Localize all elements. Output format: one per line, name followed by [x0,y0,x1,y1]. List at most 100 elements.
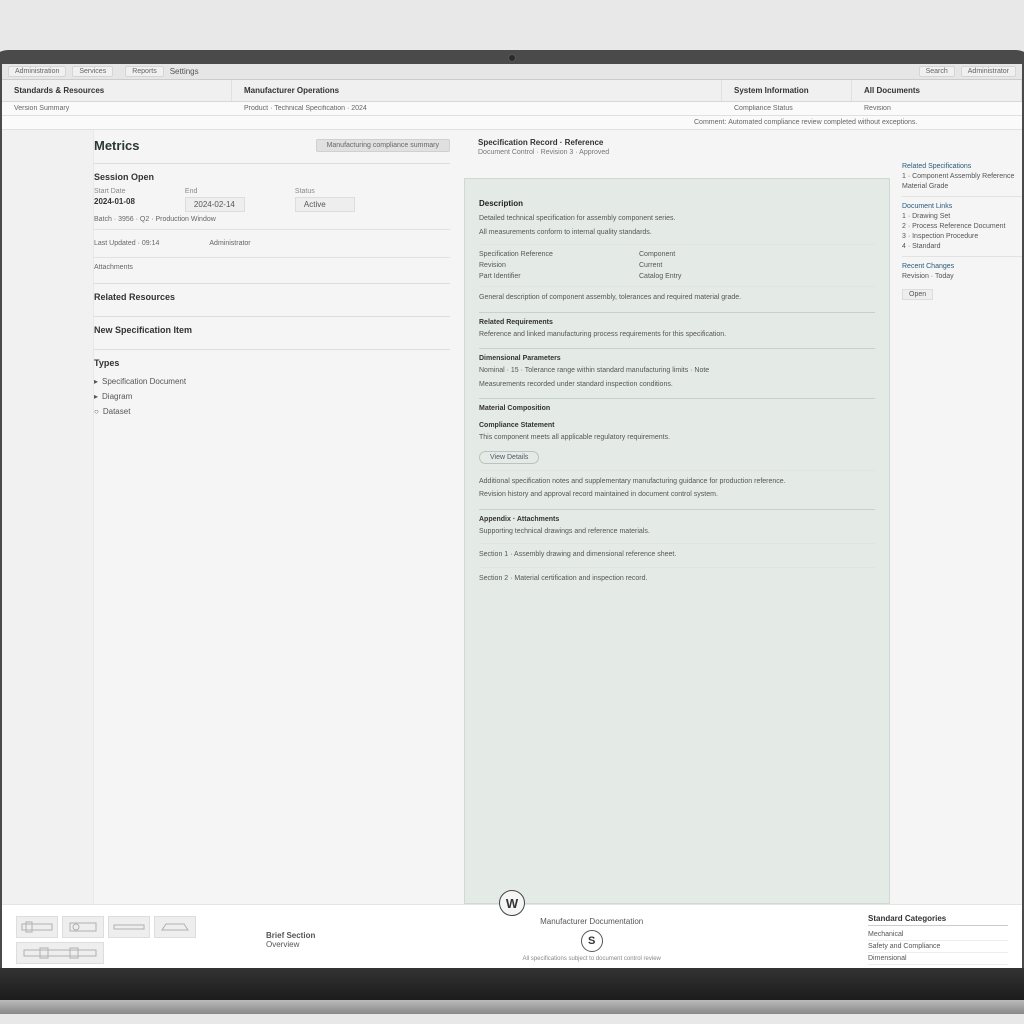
section-operations[interactable]: Manufacturer Operations [244,86,709,95]
part-icon [20,920,54,934]
doc-text: Nominal · 15 · Tolerance range within st… [479,366,875,377]
aside-text: Revision · Today [902,273,1022,280]
session-panel: Session Open Start Date 2024-01-08 End 2… [94,163,450,283]
kv-key: Revision [479,262,579,269]
camera-dot [508,54,516,62]
footer-left-text: Brief Section Overview [266,931,315,949]
bullet-icon: ▸ [94,392,98,401]
part-icon [20,946,100,960]
menu-settings[interactable]: Settings [170,67,199,76]
doc-section-compliance: Compliance Statement [479,420,875,429]
status-label: Status [295,188,355,195]
section-standards[interactable]: Standards & Resources [14,86,219,95]
doc-text: Additional specification notes and suppl… [479,477,875,488]
new-item-panel: New Specification Item [94,316,450,349]
thumbnail[interactable] [16,916,58,938]
comment-label: Comment: [694,119,726,126]
thumbnail-wide[interactable] [16,942,104,964]
session-heading: Session Open [94,172,450,182]
menu-admin[interactable]: Administration [8,66,66,77]
part-icon [112,920,146,934]
batch-line: Batch · 3956 · Q2 · Production Window [94,216,450,223]
brand-logo-icon: W [499,890,525,916]
footer-right-row[interactable]: Safety and Compliance [868,941,1008,953]
doc-text: Supporting technical drawings and refere… [479,527,875,538]
main-area: Metrics Manufacturing compliance summary… [2,130,1022,904]
kv-key: Specification Reference [479,251,579,258]
page-subtitle-pill[interactable]: Manufacturing compliance summary [316,139,450,152]
related-heading: Related Resources [94,292,450,302]
footer-left-title: Brief Section [266,931,315,940]
footer-left-sub: Overview [266,940,299,949]
laptop-hinge [0,1000,1024,1014]
doc-section-description: Description [479,199,875,208]
aside-link[interactable]: 2 · Process Reference Document [902,223,1022,230]
doc-text: Section 1 · Assembly drawing and dimensi… [479,550,875,561]
aside-open-pill[interactable]: Open [902,289,933,300]
footer-center-sub: All specifications subject to document c… [522,956,660,962]
type-diagram[interactable]: ▸Diagram [94,389,450,404]
aside-heading: Related Specifications [902,163,1022,170]
laptop-frame: Administration Services Reports Settings… [0,50,1024,974]
doc-text: Section 2 · Material certification and i… [479,574,875,585]
section-header-row: Standards & Resources Manufacturer Opera… [2,80,1022,102]
meta-row: Version Summary Product · Technical Spec… [2,102,1022,116]
doc-subtitle: Document Control · Revision 3 · Approved [478,149,876,156]
related-panel: Related Resources [94,283,450,316]
doc-text: Measurements recorded under standard ins… [479,380,875,391]
top-menu-bar: Administration Services Reports Settings… [2,64,1022,80]
doc-section-material: Material Composition [479,398,875,412]
attachments-line[interactable]: Attachments [94,264,450,271]
search-box[interactable]: Search [919,66,955,77]
doc-text: This component meets all applicable regu… [479,433,875,444]
laptop-keyboard [0,968,1024,1002]
document-panel: Description Detailed technical specifica… [464,178,890,904]
comment-text: Automated compliance review completed wi… [728,119,917,126]
aside-link[interactable]: 1 · Component Assembly Reference [902,173,1022,180]
menu-reports[interactable]: Reports [125,66,164,77]
doc-text: Reference and linked manufacturing proce… [479,330,875,341]
kv-val: Component [639,251,675,258]
content-area: Metrics Manufacturing compliance summary… [94,130,1022,904]
view-details-button[interactable]: View Details [479,451,539,464]
page-title: Metrics [94,138,140,153]
thumbnail[interactable] [62,916,104,938]
aside-link[interactable]: Material Grade [902,183,1022,190]
thumbnail[interactable] [108,916,150,938]
status-input[interactable]: Active [295,197,355,212]
new-item-heading: New Specification Item [94,325,450,335]
doc-text: Revision history and approval record mai… [479,490,875,501]
part-icon [158,920,192,934]
kv-val: Catalog Entry [639,273,681,280]
types-heading: Types [94,358,450,368]
left-column: Metrics Manufacturing compliance summary… [94,138,464,904]
kv-key: Part Identifier [479,273,579,280]
doc-title: Specification Record · Reference [478,138,876,147]
doc-section-requirements: Related Requirements [479,312,875,326]
seal-icon: S [581,930,603,952]
user-menu[interactable]: Administrator [961,66,1016,77]
meta-product: Product · Technical Specification · 2024 [232,105,722,112]
aside-link[interactable]: 1 · Drawing Set [902,213,1022,220]
end-input[interactable]: 2024-02-14 [185,197,245,212]
menu-services[interactable]: Services [72,66,113,77]
footer-center-title: Manufacturer Documentation [540,917,643,926]
aside-link[interactable]: 3 · Inspection Procedure [902,233,1022,240]
thumbnail[interactable] [154,916,196,938]
meta-row-2: Comment: Automated compliance review com… [2,116,1022,130]
type-dataset[interactable]: ○Dataset [94,404,450,419]
section-system[interactable]: System Information [734,86,839,95]
aside-link[interactable]: 4 · Standard [902,243,1022,250]
start-label: Start Date [94,188,135,195]
meta-version: Version Summary [2,105,232,112]
kv-val: Current [639,262,662,269]
type-spec[interactable]: ▸Specification Document [94,374,450,389]
doc-section-appendix: Appendix · Attachments [479,509,875,523]
section-documents[interactable]: All Documents [864,86,1009,95]
aside-heading: Recent Changes [902,263,1022,270]
doc-section-dimensions: Dimensional Parameters [479,348,875,362]
footer-right-row[interactable]: Mechanical [868,929,1008,941]
footer-right-row[interactable]: Dimensional [868,953,1008,965]
doc-text: All measurements conform to internal qua… [479,228,875,239]
start-value: 2024-01-08 [94,197,135,206]
